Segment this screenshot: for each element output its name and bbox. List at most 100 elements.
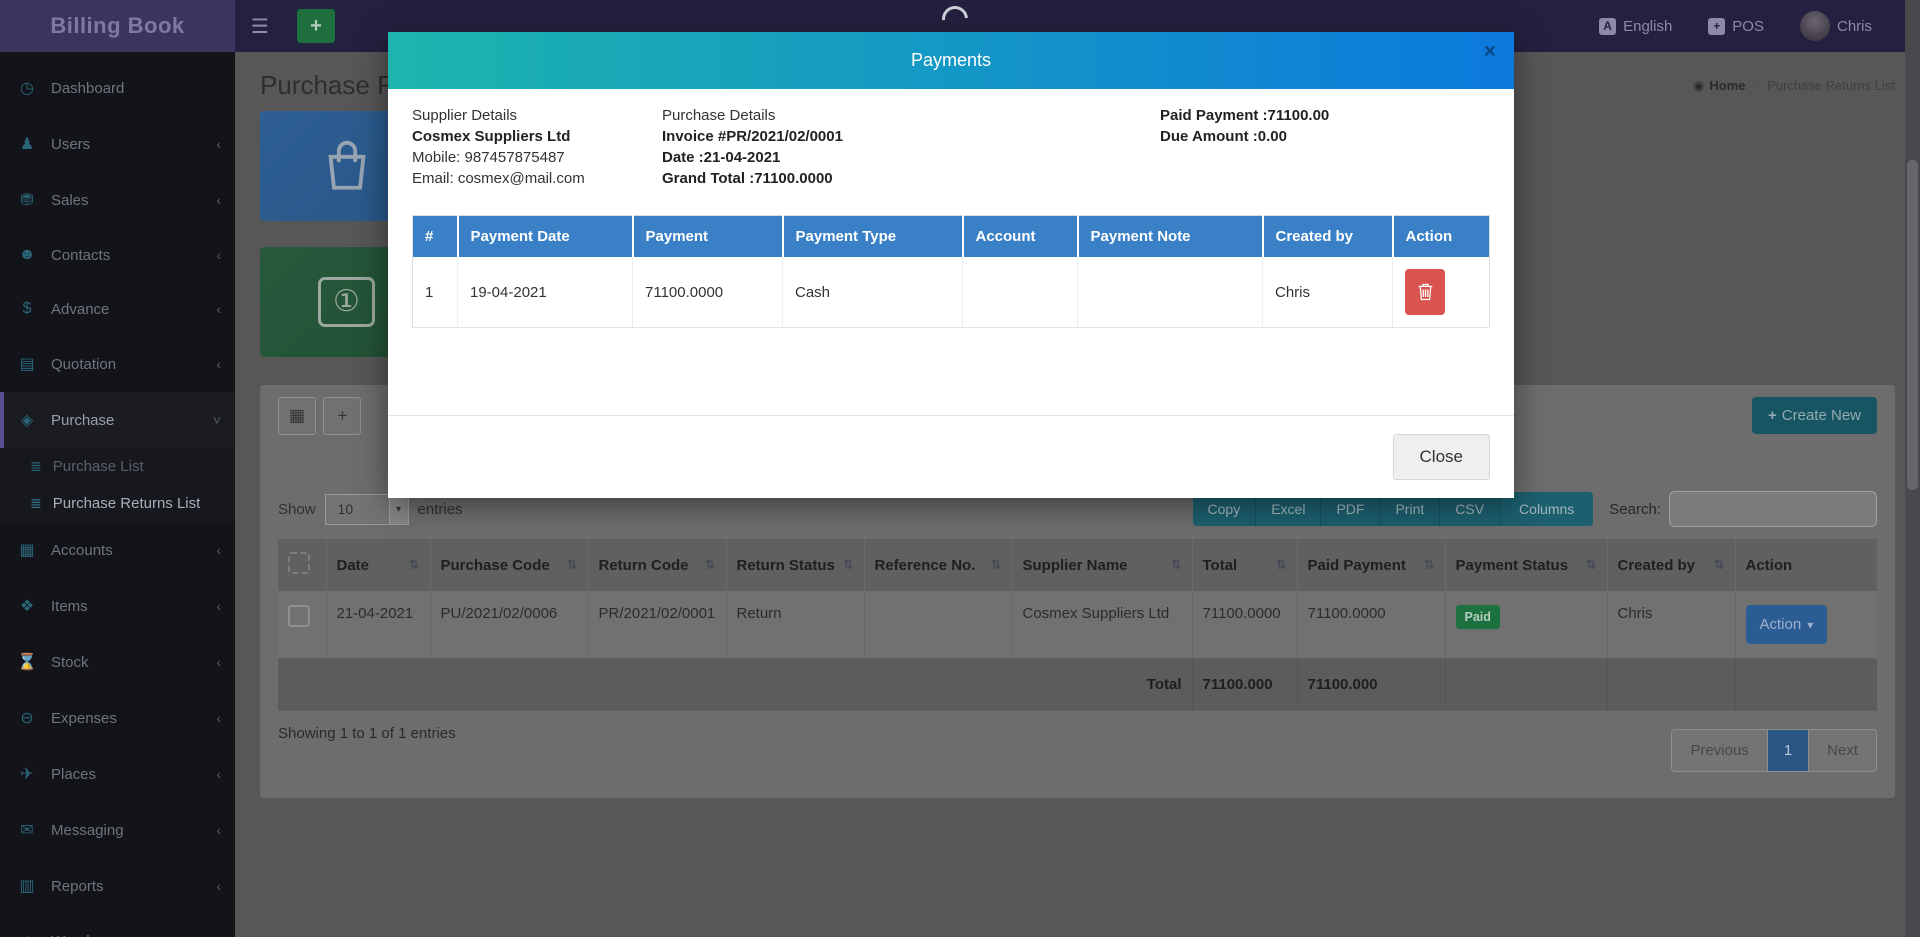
calendar-icon: ▤ [16,354,38,374]
scrollbar-thumb[interactable] [1907,160,1918,490]
cell-return-status: Return [726,591,864,659]
sort-icon: ⇅ [1586,557,1597,573]
user-menu[interactable]: Chris [1800,11,1872,41]
chevron-left-icon: ‹ [216,654,221,670]
dashboard-icon: ◷ [16,78,38,98]
payment-summary: Paid Payment :71100.00 Due Amount :0.00 [1160,105,1490,189]
column-header-payment-status[interactable]: Payment Status⇅ [1445,539,1607,591]
column-header-return-status[interactable]: Return Status⇅ [726,539,864,591]
search-label: Search: [1609,501,1661,518]
column-header-purchase-code[interactable]: Purchase Code⇅ [430,539,588,591]
sidebar-item-quotation[interactable]: ▤ Quotation ‹ [0,336,235,392]
sidebar-item-label: Accounts [51,542,113,559]
column-header-total[interactable]: Total⇅ [1192,539,1297,591]
language-menu[interactable]: A English [1599,18,1672,35]
payment-type: Cash [783,257,963,328]
minus-circle-icon: ⊖ [16,708,38,728]
sidebar-item-purchase-list[interactable]: ≣ Purchase List [0,448,235,485]
chevron-left-icon: ‹ [216,710,221,726]
paid-payment-summary: Paid Payment :71100.00 [1160,105,1490,126]
select-all-header[interactable] [278,539,326,591]
cell-reference-no [864,591,1012,659]
sidebar-item-expenses[interactable]: ⊖ Expenses ‹ [0,690,235,746]
sidebar-item-label: Users [51,136,90,153]
select-all-checkbox[interactable] [288,552,310,574]
column-header-created-by[interactable]: Created by⇅ [1607,539,1735,591]
column-header-supplier-name[interactable]: Supplier Name⇅ [1012,539,1192,591]
sidebar-item-items[interactable]: ❖ Items ‹ [0,578,235,634]
sidebar-item-users[interactable]: ♟ Users ‹ [0,116,235,172]
chevron-left-icon: ‹ [216,192,221,208]
calculator-button[interactable]: ▦ [278,397,316,435]
payments-header-created-by: Created by [1263,216,1393,258]
paper-plane-icon: ✈ [16,764,38,784]
envelope-icon: ✉ [16,820,38,840]
column-header-return-code[interactable]: Return Code⇅ [588,539,726,591]
create-new-button[interactable]: +Create New [1752,397,1877,434]
close-button[interactable]: Close [1393,434,1490,480]
column-header-paid-payment[interactable]: Paid Payment⇅ [1297,539,1445,591]
building-icon: ⌂ [16,932,38,937]
sidebar-item-places[interactable]: ✈ Places ‹ [0,746,235,802]
pos-button[interactable]: + POS [1708,18,1764,35]
delete-payment-button[interactable] [1405,269,1445,315]
sidebar-item-contacts[interactable]: ☻ Contacts ‹ [0,228,235,282]
list-icon: ≣ [30,495,42,512]
pos-plus-icon: + [1708,18,1725,35]
payment-num: 1 [413,257,458,328]
chevron-left-icon: ‹ [216,933,221,937]
purchase-details: Purchase Details Invoice #PR/2021/02/000… [662,105,1160,189]
supplier-email: Email: cosmex@mail.com [412,168,662,189]
quick-add-button[interactable]: + [297,9,335,43]
caret-down-icon: ▾ [1807,618,1813,632]
current-page-button[interactable]: 1 [1767,730,1808,771]
row-action-dropdown[interactable]: Action▾ [1746,605,1828,644]
payment-amount: 71100.0000 [633,257,783,328]
column-header-date[interactable]: Date⇅ [326,539,430,591]
cell-created-by: Chris [1607,591,1735,659]
modal-footer: Close [388,415,1514,498]
breadcrumb-home-link[interactable]: ◉ Home [1693,78,1745,94]
page-scrollbar[interactable] [1905,0,1920,937]
sidebar-item-sales[interactable]: ⛃ Sales ‹ [0,172,235,228]
payments-header-date: Payment Date [458,216,633,258]
sidebar-item-purchase[interactable]: ◈ Purchase ˅ [0,392,235,448]
purchase-submenu: ≣ Purchase List ≣ Purchase Returns List [0,448,235,522]
add-button[interactable]: + [323,397,361,435]
total-amount: 71100.000 [1192,659,1297,711]
chevron-left-icon: ‹ [216,542,221,558]
chevron-left-icon: ‹ [216,878,221,894]
next-page-button[interactable]: Next [1808,730,1876,771]
cell-purchase-code: PU/2021/02/0006 [430,591,588,659]
supplier-details: Supplier Details Cosmex Suppliers Ltd Mo… [412,105,662,189]
previous-page-button[interactable]: Previous [1672,730,1766,771]
language-icon: A [1599,18,1616,35]
page-size-select[interactable]: 10 ▾ [325,494,409,525]
table-row: 21-04-2021 PU/2021/02/0006 PR/2021/02/00… [278,591,1877,659]
chevron-left-icon: ‹ [216,598,221,614]
sidebar-item-reports[interactable]: ▥ Reports ‹ [0,858,235,914]
sidebar-item-accounts[interactable]: ▦ Accounts ‹ [0,522,235,578]
column-header-reference-no[interactable]: Reference No.⇅ [864,539,1012,591]
cell-date: 21-04-2021 [326,591,430,659]
sidebar-item-dashboard[interactable]: ◷ Dashboard [0,60,235,116]
sidebar-toggle-button[interactable]: ☰ [235,0,285,52]
sidebar-item-purchase-returns-list[interactable]: ≣ Purchase Returns List [0,485,235,522]
sidebar-item-warehouse[interactable]: ⌂ Warehouse ‹ [0,914,235,937]
close-icon[interactable]: × [1484,40,1496,64]
search-input[interactable] [1669,491,1877,527]
plus-icon: + [1768,407,1777,424]
columns-button[interactable]: Columns [1500,492,1593,526]
cell-return-code: PR/2021/02/0001 [588,591,726,659]
sidebar-item-messaging[interactable]: ✉ Messaging ‹ [0,802,235,858]
sidebar-subitem-label: Purchase Returns List [53,495,201,512]
total-paid-amount: 71100.000 [1297,659,1445,711]
money-bill-icon: ① [318,277,375,327]
row-checkbox[interactable] [288,605,310,627]
user-name: Chris [1837,18,1872,35]
sidebar-item-advance[interactable]: $ Advance ‹ [0,282,235,336]
sidebar-item-stock[interactable]: ⌛ Stock ‹ [0,634,235,690]
modal-title: Payments [911,50,991,71]
app-screen: Billing Book ☰ + A English + POS Chris [0,0,1920,937]
shopping-bag-icon [318,137,376,195]
